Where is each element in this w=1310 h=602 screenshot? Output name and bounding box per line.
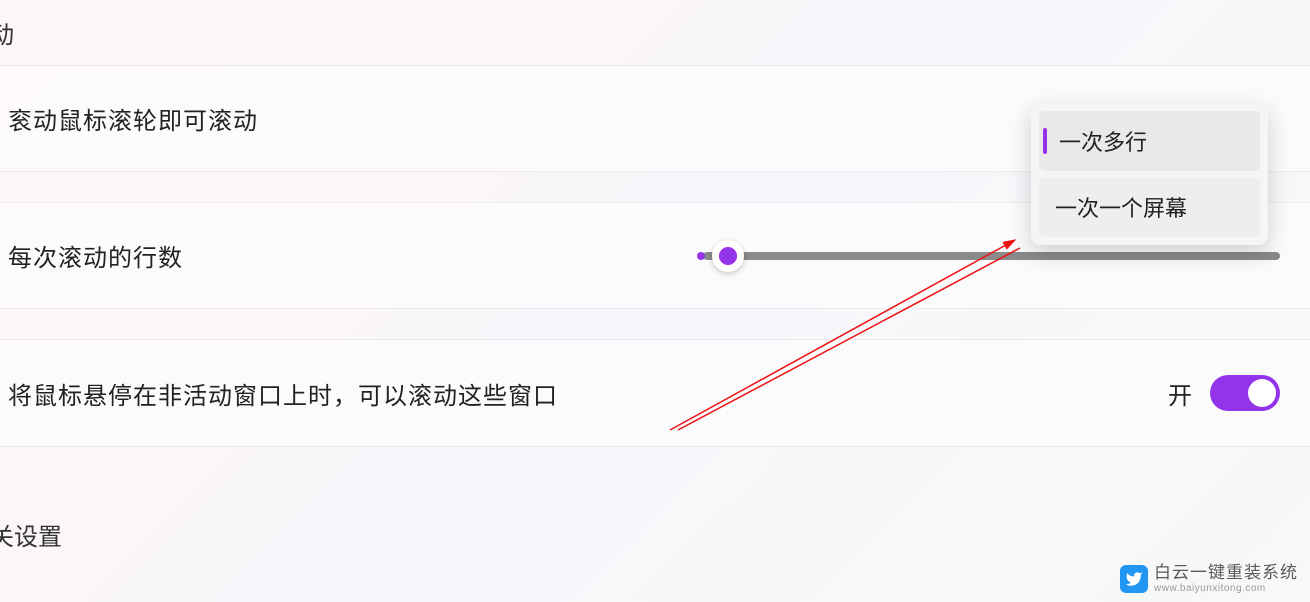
hover-scroll-label: 将鼠标悬停在非活动窗口上时，可以滚动这些窗口 xyxy=(8,376,558,411)
hover-scroll-toggle[interactable] xyxy=(1210,375,1280,411)
slider-track[interactable] xyxy=(703,252,1280,260)
watermark-main-text: 白云一键重装系统 xyxy=(1154,564,1298,583)
section-header: 动 xyxy=(0,0,1310,65)
lines-slider[interactable] xyxy=(703,252,1280,260)
toggle-state-label: 开 xyxy=(1168,376,1192,411)
lines-per-scroll-label: 每次滚动的行数 xyxy=(8,238,183,273)
watermark-text: 白云一键重装系统 www.baiyunxitong.com xyxy=(1154,564,1298,594)
watermark: 白云一键重装系统 www.baiyunxitong.com xyxy=(1120,564,1298,594)
hover-scroll-row: 将鼠标悬停在非活动窗口上时，可以滚动这些窗口 开 xyxy=(0,339,1310,447)
scroll-mode-dropdown: 一次多行 一次一个屏幕 xyxy=(1031,103,1268,245)
slider-thumb[interactable] xyxy=(712,240,744,272)
scroll-mode-label: 衮动鼠标滚轮即可滚动 xyxy=(8,101,258,136)
related-settings-header: 关设置 xyxy=(0,477,1310,552)
hover-scroll-toggle-group: 开 xyxy=(1168,375,1280,411)
watermark-url: www.baiyunxitong.com xyxy=(1154,583,1298,594)
toggle-knob xyxy=(1248,379,1276,407)
dropdown-option-onescreen[interactable]: 一次一个屏幕 xyxy=(1039,177,1260,237)
watermark-logo-icon xyxy=(1120,565,1148,593)
dropdown-option-multiline[interactable]: 一次多行 xyxy=(1039,111,1260,171)
